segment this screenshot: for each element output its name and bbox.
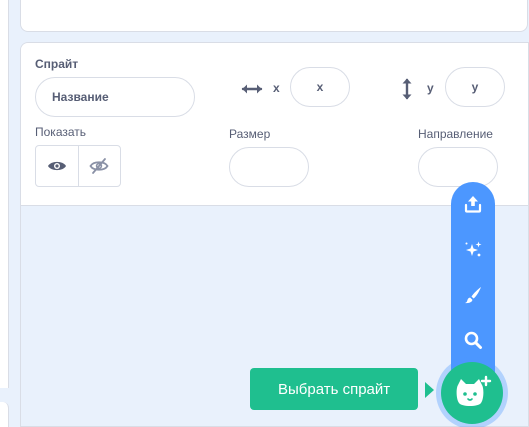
y-axis-icon bbox=[402, 78, 412, 100]
eye-icon bbox=[47, 161, 66, 171]
eye-hidden-icon bbox=[89, 158, 109, 174]
x-axis-icon bbox=[241, 84, 263, 94]
show-sprite-button[interactable] bbox=[36, 146, 78, 186]
surprise-icon bbox=[465, 241, 482, 257]
stage-panel bbox=[20, 0, 528, 32]
size-input[interactable] bbox=[229, 147, 309, 187]
left-panel-edge bbox=[0, 0, 9, 388]
visibility-toggle bbox=[35, 145, 121, 187]
x-input[interactable] bbox=[290, 67, 350, 107]
choose-sprite-tooltip: Выбрать спрайт bbox=[250, 368, 419, 410]
direction-label: Направление bbox=[418, 127, 493, 141]
choose-sprite-search-button[interactable] bbox=[461, 328, 485, 352]
search-icon bbox=[464, 331, 482, 349]
cat-plus-icon bbox=[456, 375, 492, 406]
y-input[interactable] bbox=[445, 67, 505, 107]
show-label: Показать bbox=[35, 125, 87, 139]
hide-sprite-button[interactable] bbox=[77, 146, 121, 186]
paint-sprite-button[interactable] bbox=[461, 283, 485, 307]
paint-icon bbox=[465, 287, 481, 304]
size-label: Размер bbox=[229, 127, 271, 141]
upload-icon bbox=[464, 196, 482, 213]
x-label: x bbox=[273, 81, 280, 95]
sprite-label: Спрайт bbox=[35, 57, 79, 71]
sprite-name-input[interactable] bbox=[35, 77, 195, 117]
left-panel-edge-bottom bbox=[0, 402, 9, 427]
surprise-sprite-button[interactable] bbox=[461, 238, 485, 262]
tooltip-arrow bbox=[425, 382, 434, 398]
sprite-info-panel: Спрайт x y Показать bbox=[21, 43, 528, 206]
direction-input[interactable] bbox=[418, 147, 498, 187]
upload-sprite-button[interactable] bbox=[461, 192, 485, 216]
choose-sprite-button[interactable] bbox=[441, 362, 503, 424]
y-label: y bbox=[427, 81, 434, 95]
